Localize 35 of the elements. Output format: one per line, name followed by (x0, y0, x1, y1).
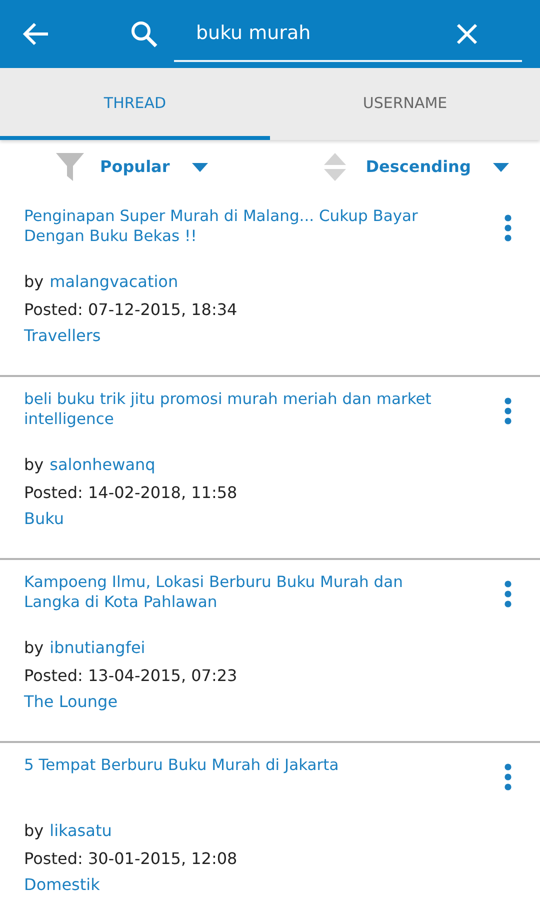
search-icon[interactable] (130, 20, 158, 48)
by-label: by (24, 637, 44, 659)
tab[interactable]: USERNAME (270, 68, 540, 140)
thread-title[interactable]: Kampoeng Ilmu, Lokasi Berburu Buku Murah dan Langka di Kota Pahlawan (24, 572, 444, 612)
category-link[interactable]: Domestik (24, 873, 100, 897)
tab[interactable]: THREAD (0, 68, 270, 140)
more-menu-button[interactable] (504, 214, 512, 242)
close-button[interactable] (456, 23, 478, 45)
back-button[interactable] (22, 22, 50, 46)
posted-date: Posted: 14-02-2018, 11:58 (24, 482, 238, 504)
by-label: by (24, 454, 44, 476)
more-menu-button[interactable] (504, 580, 512, 608)
thread-title[interactable]: 5 Tempat Berburu Buku Murah di Jakarta (24, 755, 339, 795)
category-link[interactable]: The Lounge (24, 690, 118, 714)
posted-date: Posted: 07-12-2015, 18:34 (24, 299, 238, 321)
filter-icon (56, 153, 84, 181)
category-link[interactable]: Travellers (24, 324, 101, 348)
sort-icon (324, 153, 346, 181)
posted-date: Posted: 13-04-2015, 07:23 (24, 665, 238, 687)
order-dropdown[interactable]: Descending (366, 155, 509, 179)
caret-icon (492, 162, 509, 172)
filter-dropdown[interactable]: Popular (100, 155, 208, 179)
more-menu-button[interactable] (504, 397, 512, 425)
by-label: by (24, 271, 44, 293)
author-link[interactable]: ibnutiangfei (50, 634, 146, 662)
category-link[interactable]: Buku (24, 507, 64, 531)
thread-title[interactable]: Penginapan Super Murah di Malang... Cukup Bayar Dengan Buku Bekas !! (24, 206, 444, 246)
posted-date: Posted: 30-01-2015, 12:08 (24, 848, 238, 870)
author-link[interactable]: likasatu (50, 817, 112, 845)
thread-title[interactable]: beli buku trik jitu promosi murah meriah dan market intelligence (24, 389, 444, 429)
author-link[interactable]: salonhewanq (50, 451, 156, 479)
caret-icon (192, 162, 208, 172)
more-menu-button[interactable] (504, 763, 512, 791)
author-link[interactable]: malangvacation (50, 268, 178, 296)
by-label: by (24, 820, 44, 842)
